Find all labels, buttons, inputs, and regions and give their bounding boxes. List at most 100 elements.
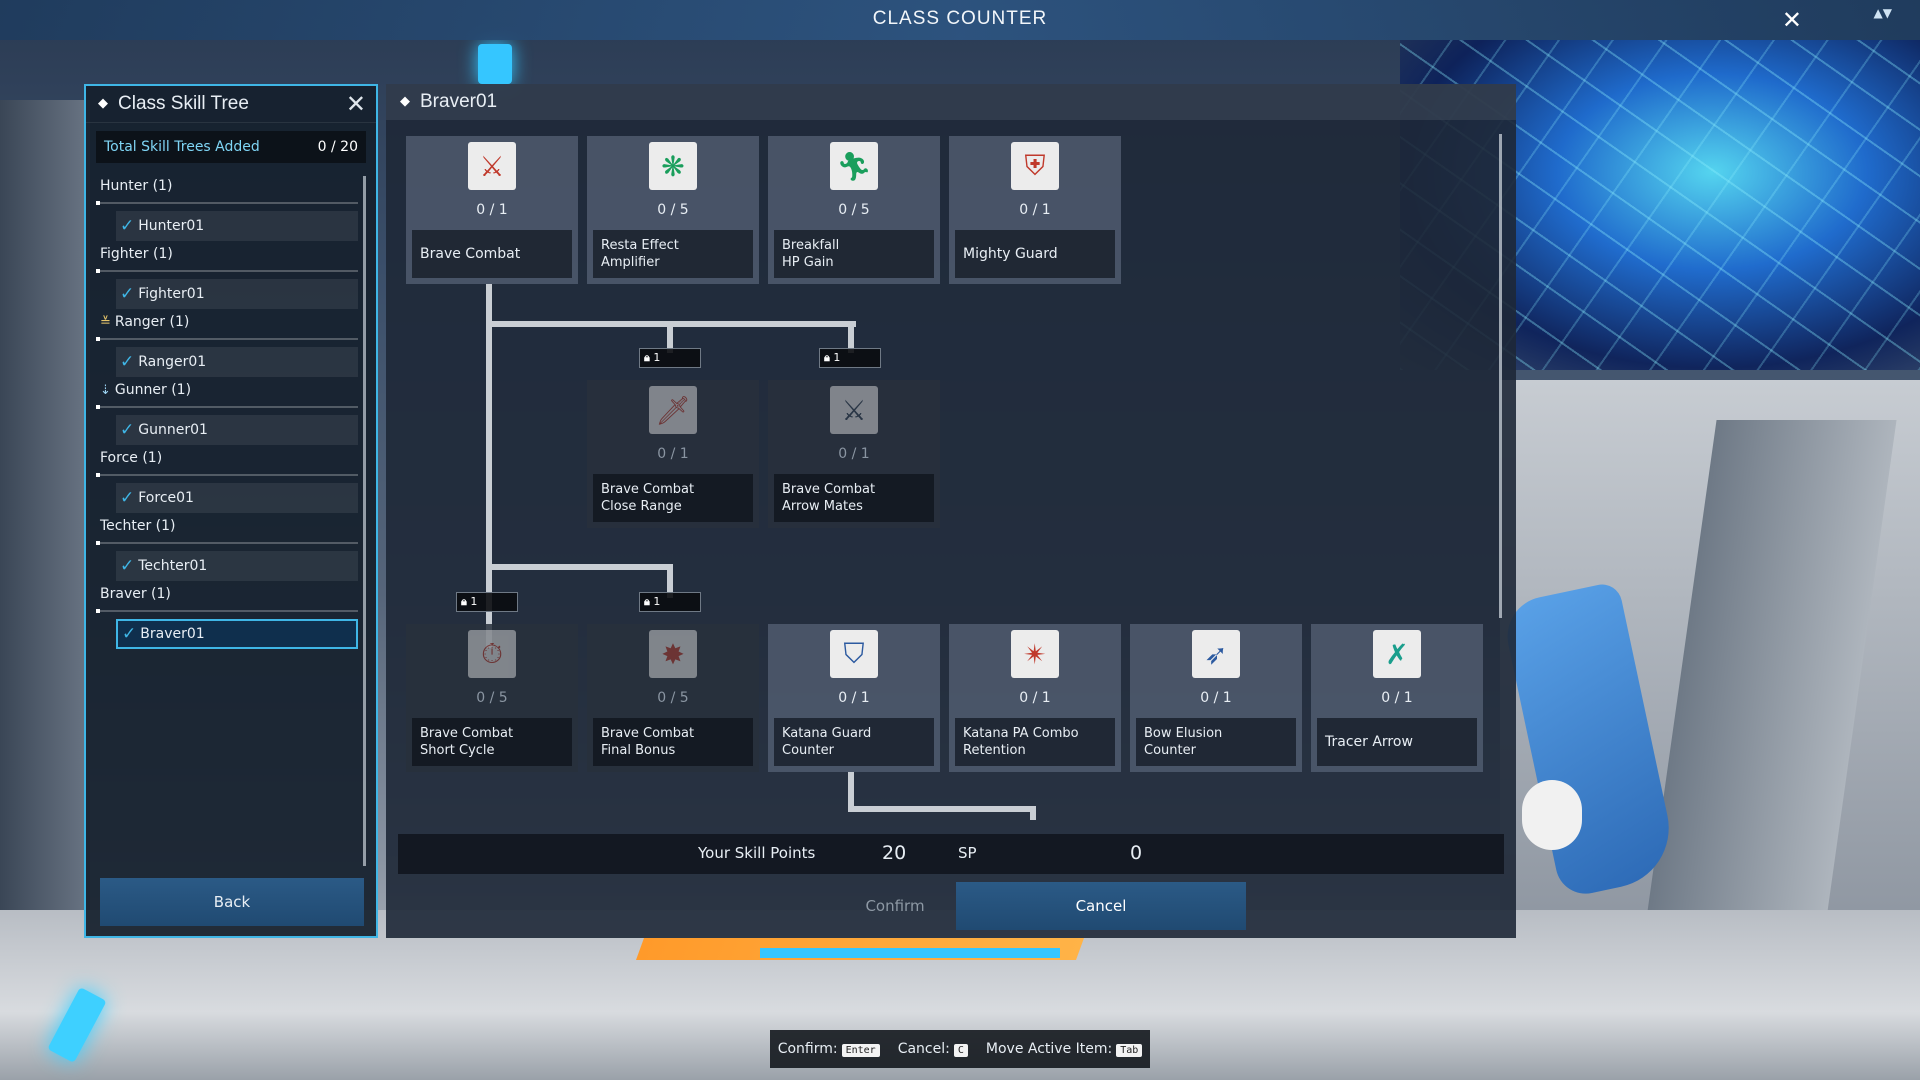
katana-guard-icon: ⛉ [830,630,878,678]
tree-label: Gunner01 [138,422,208,438]
arrows-icon: ▲▼ [1873,6,1892,20]
lock-icon: 🔒︎ [644,351,650,364]
skill-name: Brave Combat Short Cycle [412,718,572,766]
ranger-emblem-icon: ≚ [100,314,111,330]
skill-node-brave-combat-short-cycle[interactable]: ⏱ 0 / 5 Brave Combat Short Cycle [406,624,578,772]
class-group-force: Force (1) ✓ Force01 [96,444,358,513]
check-icon: ✓ [120,488,135,508]
divider [96,473,358,477]
skill-name: Bow Elusion Counter [1136,718,1296,766]
back-button[interactable]: Back [100,878,364,926]
crossed-swords-icon: ⚔ [468,142,516,190]
skill-node-katana-guard-counter[interactable]: ⛉ 0 / 1 Katana Guard Counter [768,624,940,772]
enter-key-icon: Enter [841,1044,880,1057]
check-icon: ✓ [120,420,135,440]
divider [96,269,358,273]
hint-cancel: Cancel: C [898,1041,968,1057]
class-name: Fighter (1) [100,246,173,262]
skill-level: 0 / 5 [657,202,689,218]
class-group-gunner: ⇣ Gunner (1) ✓ Gunner01 [96,376,358,445]
panel-header: ◆ Braver01 [386,84,1516,120]
skill-node-katana-pa-combo-retention[interactable]: ✴ 0 / 1 Katana PA Combo Retention [949,624,1121,772]
sidebar-scrollbar[interactable] [363,176,366,866]
divider [96,405,358,409]
skill-name: Mighty Guard [955,230,1115,278]
skill-level: 0 / 1 [1200,690,1232,706]
katana-spark-icon: ✴ [1011,630,1059,678]
divider [96,337,358,341]
skill-node-brave-combat-close-range[interactable]: 🗡︎ 0 / 1 Brave Combat Close Range [587,380,759,528]
close-icon[interactable]: ✕ [346,90,366,118]
lock-tag: 🔒︎ 1 [456,592,518,612]
sp-value: 0 [1130,842,1143,864]
skill-level: 0 / 5 [476,690,508,706]
skill-node-tracer-arrow[interactable]: ✗ 0 / 1 Tracer Arrow [1311,624,1483,772]
snowflake-heal-icon: ❋ [649,142,697,190]
class-name: ⇣ Gunner (1) [100,382,192,398]
lock-icon: 🔒︎ [461,595,467,608]
close-icon[interactable]: ✕ [1782,6,1802,34]
diamond-icon: ◆ [98,96,108,111]
skill-tree-title: Braver01 [420,91,498,112]
total-skill-trees: Total Skill Trees Added 0 / 20 [96,131,366,163]
lock-icon: 🔒︎ [824,351,830,364]
skill-name: Brave Combat Final Bonus [593,718,753,766]
skill-node-resta-effect-amplifier[interactable]: ❋ 0 / 5 Resta Effect Amplifier [587,136,759,284]
skill-node-brave-combat[interactable]: ⚔ 0 / 1 Brave Combat [406,136,578,284]
skill-name: Katana PA Combo Retention [955,718,1115,766]
cancel-button[interactable]: Cancel [956,882,1246,930]
lock-tag: 🔒︎ 1 [639,348,701,368]
background-pillar [0,100,90,1000]
tree-label: Braver01 [140,626,205,642]
skill-level: 0 / 1 [657,446,689,462]
skill-name: Resta Effect Amplifier [593,230,753,278]
class-skill-tree-panel: ◆ Class Skill Tree ✕ Total Skill Trees A… [84,84,378,938]
running-figure-icon: 🏃︎ [830,142,878,190]
tree-item-ranger01[interactable]: ✓ Ranger01 [116,347,358,377]
skill-node-brave-combat-final-bonus[interactable]: ✸ 0 / 5 Brave Combat Final Bonus [587,624,759,772]
crossed-arrows-icon: ✗ [1373,630,1421,678]
tree-item-force01[interactable]: ✓ Force01 [116,483,358,513]
skill-name: Tracer Arrow [1317,718,1477,766]
shield-icon: ⛨ [1011,142,1059,190]
tree-label: Fighter01 [138,286,205,302]
tree-label: Ranger01 [138,354,207,370]
c-key-icon: C [953,1044,968,1057]
skill-points-value: 20 [882,842,907,864]
panel-header: ◆ Class Skill Tree ✕ [86,86,376,123]
tree-item-gunner01[interactable]: ✓ Gunner01 [116,415,358,445]
skill-tree-scrollbar[interactable] [1499,134,1502,618]
hint-move: Move Active Item: Tab [986,1041,1143,1057]
tree-item-fighter01[interactable]: ✓ Fighter01 [116,279,358,309]
skill-points-bar: Your Skill Points 20 SP 0 [398,834,1504,874]
window-title: CLASS COUNTER [872,8,1048,29]
sword-burst-icon: ✸ [649,630,697,678]
tree-item-braver01[interactable]: ✓ Braver01 [116,619,358,649]
skill-node-breakfall-hp-gain[interactable]: 🏃︎ 0 / 5 Breakfall HP Gain [768,136,940,284]
class-group-techter: Techter (1) ✓ Techter01 [96,512,358,581]
skill-points-label: Your Skill Points [698,844,816,862]
connector-line [848,806,1034,812]
skill-level: 0 / 1 [1019,690,1051,706]
skill-node-bow-elusion-counter[interactable]: ➶ 0 / 1 Bow Elusion Counter [1130,624,1302,772]
check-icon: ✓ [120,284,135,304]
skill-level: 0 / 5 [838,202,870,218]
skill-node-mighty-guard[interactable]: ⛨ 0 / 1 Mighty Guard [949,136,1121,284]
skill-node-brave-combat-arrow-mates[interactable]: ⚔ 0 / 1 Brave Combat Arrow Mates [768,380,940,528]
floor-blue-strip [760,948,1060,958]
skill-name: Breakfall HP Gain [774,230,934,278]
panel-title: Class Skill Tree [118,93,249,114]
bow-dodge-icon: ➶ [1192,630,1240,678]
tree-item-techter01[interactable]: ✓ Techter01 [116,551,358,581]
tree-label: Force01 [138,490,194,506]
lock-tag: 🔒︎ 1 [639,592,701,612]
check-icon: ✓ [122,624,137,644]
tab-key-icon: Tab [1116,1044,1143,1057]
lock-tag: 🔒︎ 1 [819,348,881,368]
skill-name: Brave Combat Arrow Mates [774,474,934,522]
class-name: Braver (1) [100,586,171,602]
tree-item-hunter01[interactable]: ✓ Hunter01 [116,211,358,241]
class-name: Hunter (1) [100,178,173,194]
window-titlebar: CLASS COUNTER ✕ ▲▼ [0,0,1920,40]
class-group-hunter: Hunter (1) ✓ Hunter01 [96,172,358,241]
